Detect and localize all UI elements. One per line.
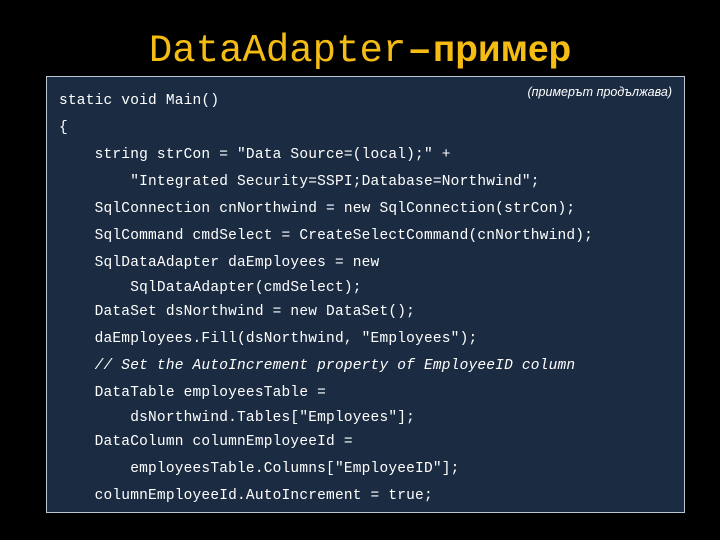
page-title-separator: – — [409, 28, 430, 70]
page-title: DataAdapter–пример — [0, 30, 720, 71]
code-line: string strCon = "Data Source=(local);" + — [59, 147, 451, 163]
code-line: DataSet dsNorthwind = new DataSet(); — [59, 304, 416, 320]
code-line: // Set the AutoIncrement property of Emp… — [59, 358, 576, 374]
code-line: columnEmployeeId.AutoIncrement = true; — [59, 488, 433, 504]
code-listing: static void Main() { string strCon = "Dat… — [59, 88, 678, 512]
code-line: SqlConnection cnNorthwind = new SqlConne… — [59, 201, 576, 217]
code-line: SqlCommand cmdSelect = CreateSelectComma… — [59, 228, 594, 244]
code-line: employeesTable.Columns["EmployeeID"]; — [59, 461, 460, 477]
code-line: SqlDataAdapter daEmployees = new — [59, 255, 380, 271]
code-line: DataTable employeesTable = — [59, 385, 327, 401]
presentation-slide: DataAdapter–пример static void Main() { s… — [0, 0, 720, 540]
code-line: SqlDataAdapter(cmdSelect); — [59, 280, 362, 296]
code-line: dsNorthwind.Tables["Employees"]; — [59, 410, 416, 426]
code-line: "Integrated Security=SSPI;Database=North… — [59, 174, 540, 190]
code-line: DataColumn columnEmployeeId = — [59, 434, 353, 450]
code-line: static void Main() — [59, 93, 220, 109]
page-title-cyrillic: пример — [432, 28, 572, 70]
code-panel: static void Main() { string strCon = "Dat… — [46, 76, 685, 513]
code-line: { — [59, 120, 68, 136]
code-line: columnEmployeeId.AutoIncrementSeed = -1; — [59, 510, 678, 512]
code-line: daEmployees.Fill(dsNorthwind, "Employees… — [59, 331, 478, 347]
page-title-latin: DataAdapter — [148, 29, 407, 74]
